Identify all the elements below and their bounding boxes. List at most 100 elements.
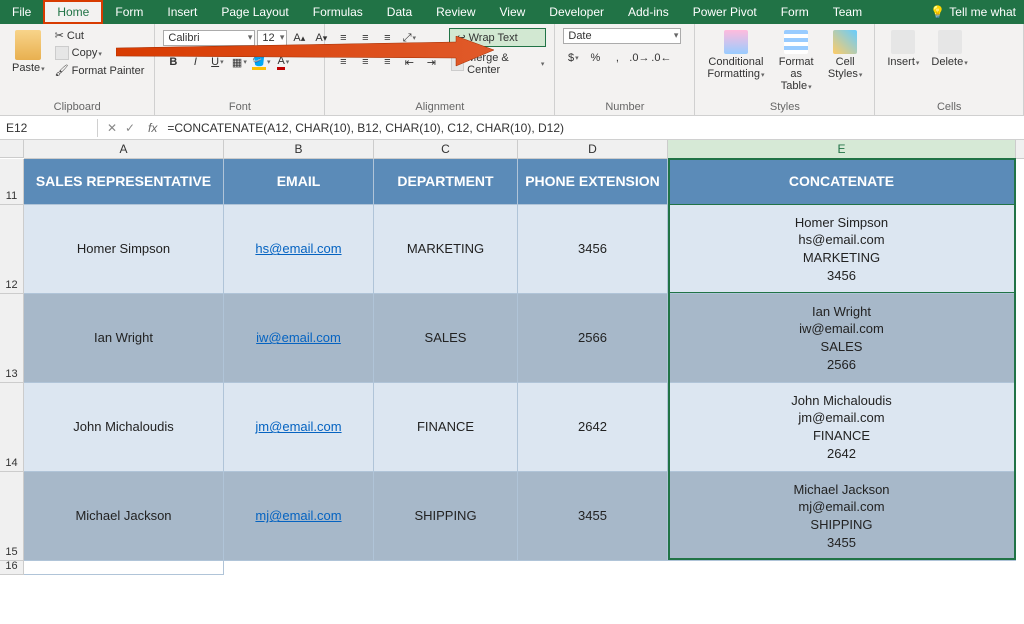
tab-form2[interactable]: Form xyxy=(769,0,821,24)
worksheet[interactable]: A B C D E 11 SALES REPRESENTATIVE EMAIL … xyxy=(0,140,1024,575)
row-header-12[interactable]: 12 xyxy=(0,205,24,294)
name-box[interactable]: E12 xyxy=(0,119,98,137)
select-all-corner[interactable] xyxy=(0,140,24,158)
percent-format-button[interactable]: % xyxy=(585,48,605,68)
cut-button[interactable]: ✂Cut xyxy=(53,28,147,43)
align-left-button[interactable]: ≡ xyxy=(333,52,353,72)
tab-form[interactable]: Form xyxy=(103,0,155,24)
font-face-combo[interactable]: Calibri xyxy=(163,30,255,46)
paste-button[interactable]: Paste xyxy=(8,28,49,76)
decrease-indent-button[interactable]: ⇤ xyxy=(399,52,419,72)
cell-d12[interactable]: 3456 xyxy=(518,205,668,294)
italic-button[interactable]: I xyxy=(185,52,205,72)
cell-styles-button[interactable]: Cell Styles xyxy=(824,28,866,82)
font-color-button[interactable]: A xyxy=(273,52,293,72)
tab-team[interactable]: Team xyxy=(821,0,874,24)
cell-a14[interactable]: John Michaloudis xyxy=(24,383,224,472)
tab-insert[interactable]: Insert xyxy=(155,0,209,24)
header-email[interactable]: EMAIL xyxy=(224,159,374,205)
cell-a12[interactable]: Homer Simpson xyxy=(24,205,224,294)
accounting-format-button[interactable]: $ xyxy=(563,48,583,68)
group-number: Date $ % , .0→ .0← Number xyxy=(555,24,695,115)
font-size-combo[interactable]: 12 xyxy=(257,30,287,46)
align-right-button[interactable]: ≡ xyxy=(377,52,397,72)
header-concatenate[interactable]: CONCATENATE xyxy=(668,159,1016,205)
insert-icon xyxy=(891,30,915,54)
cell-b14[interactable]: jm@email.com xyxy=(224,383,374,472)
format-as-table-button[interactable]: Format as Table xyxy=(772,28,819,94)
col-header-b[interactable]: B xyxy=(224,140,374,158)
tab-power-pivot[interactable]: Power Pivot xyxy=(681,0,769,24)
orientation-button[interactable]: ⤢ xyxy=(399,28,419,48)
col-header-a[interactable]: A xyxy=(24,140,224,158)
tab-file[interactable]: File xyxy=(0,0,43,24)
cell-b12[interactable]: hs@email.com xyxy=(224,205,374,294)
format-painter-button[interactable]: 🖌Format Painter xyxy=(53,63,147,78)
cell-c13[interactable]: SALES xyxy=(374,294,518,383)
header-phone[interactable]: PHONE EXTENSION xyxy=(518,159,668,205)
cell-c14[interactable]: FINANCE xyxy=(374,383,518,472)
row-header-16[interactable]: 16 xyxy=(0,561,24,575)
tab-addins[interactable]: Add-ins xyxy=(616,0,681,24)
increase-decimal-button[interactable]: .0→ xyxy=(629,48,649,68)
tab-review[interactable]: Review xyxy=(424,0,487,24)
tab-view[interactable]: View xyxy=(488,0,538,24)
row-header-15[interactable]: 15 xyxy=(0,472,24,561)
col-header-d[interactable]: D xyxy=(518,140,668,158)
enter-formula-button[interactable]: ✓ xyxy=(122,121,138,135)
align-bottom-button[interactable]: ≡ xyxy=(377,28,397,48)
email-link[interactable]: iw@email.com xyxy=(256,329,341,347)
number-format-combo[interactable]: Date xyxy=(563,28,681,44)
cell-a16[interactable] xyxy=(24,561,224,575)
cell-e13[interactable]: Ian Wright iw@email.com SALES 2566 xyxy=(668,294,1016,383)
row-header-13[interactable]: 13 xyxy=(0,294,24,383)
cell-d15[interactable]: 3455 xyxy=(518,472,668,561)
increase-indent-button[interactable]: ⇥ xyxy=(421,52,441,72)
align-middle-button[interactable]: ≡ xyxy=(355,28,375,48)
merge-center-button[interactable]: Merge & Center xyxy=(449,51,546,77)
wrap-text-button[interactable]: ↩Wrap Text xyxy=(449,28,546,47)
cell-b13[interactable]: iw@email.com xyxy=(224,294,374,383)
tab-formulas[interactable]: Formulas xyxy=(301,0,375,24)
email-link[interactable]: mj@email.com xyxy=(255,507,341,525)
fill-color-button[interactable]: 🪣 xyxy=(251,52,271,72)
cell-c12[interactable]: MARKETING xyxy=(374,205,518,294)
conditional-formatting-button[interactable]: Conditional Formatting xyxy=(703,28,768,82)
comma-format-button[interactable]: , xyxy=(607,48,627,68)
insert-cells-button[interactable]: Insert xyxy=(883,28,923,70)
tab-home[interactable]: Home xyxy=(43,0,103,24)
cell-a13[interactable]: Ian Wright xyxy=(24,294,224,383)
underline-button[interactable]: U xyxy=(207,52,227,72)
tell-me-search[interactable]: 💡 Tell me what xyxy=(922,0,1024,24)
align-center-button[interactable]: ≡ xyxy=(355,52,375,72)
tab-page-layout[interactable]: Page Layout xyxy=(209,0,300,24)
delete-cells-button[interactable]: Delete xyxy=(927,28,971,70)
cell-d13[interactable]: 2566 xyxy=(518,294,668,383)
fx-icon[interactable]: fx xyxy=(144,121,161,135)
copy-button[interactable]: Copy xyxy=(53,45,147,61)
cell-e14[interactable]: John Michaloudis jm@email.com FINANCE 26… xyxy=(668,383,1016,472)
header-department[interactable]: DEPARTMENT xyxy=(374,159,518,205)
align-top-button[interactable]: ≡ xyxy=(333,28,353,48)
email-link[interactable]: jm@email.com xyxy=(255,418,341,436)
row-header-11[interactable]: 11 xyxy=(0,159,24,205)
cell-e12[interactable]: Homer Simpson hs@email.com MARKETING 345… xyxy=(668,205,1016,294)
cancel-formula-button[interactable]: ✕ xyxy=(104,121,120,135)
col-header-e[interactable]: E xyxy=(668,140,1016,158)
decrease-decimal-button[interactable]: .0← xyxy=(651,48,671,68)
cell-d14[interactable]: 2642 xyxy=(518,383,668,472)
increase-font-button[interactable]: A▴ xyxy=(289,28,309,48)
formula-input[interactable]: =CONCATENATE(A12, CHAR(10), B12, CHAR(10… xyxy=(161,119,1024,137)
header-sales-rep[interactable]: SALES REPRESENTATIVE xyxy=(24,159,224,205)
tab-data[interactable]: Data xyxy=(375,0,424,24)
email-link[interactable]: hs@email.com xyxy=(255,240,341,258)
cell-c15[interactable]: SHIPPING xyxy=(374,472,518,561)
cell-e15[interactable]: Michael Jackson mj@email.com SHIPPING 34… xyxy=(668,472,1016,561)
cell-b15[interactable]: mj@email.com xyxy=(224,472,374,561)
col-header-c[interactable]: C xyxy=(374,140,518,158)
row-header-14[interactable]: 14 xyxy=(0,383,24,472)
border-button[interactable]: ▦ xyxy=(229,52,249,72)
cell-a15[interactable]: Michael Jackson xyxy=(24,472,224,561)
tab-developer[interactable]: Developer xyxy=(537,0,616,24)
bold-button[interactable]: B xyxy=(163,52,183,72)
